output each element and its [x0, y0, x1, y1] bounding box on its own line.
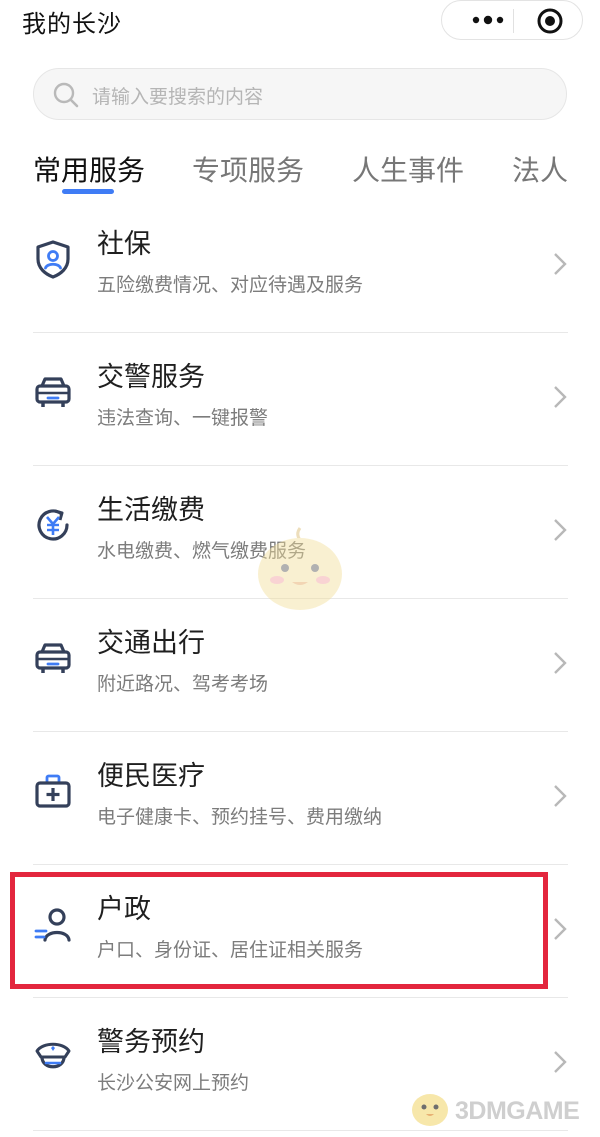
search-placeholder: 请输入要搜索的内容 [92, 86, 264, 108]
close-target-icon[interactable] [537, 8, 563, 34]
3dmgame-logo-icon [412, 1094, 448, 1126]
divider [33, 1130, 568, 1131]
service-subtitle: 附近路况、驾考考场 [97, 673, 269, 695]
active-tab-indicator [62, 189, 114, 194]
chevron-right-icon [554, 1051, 567, 1073]
search-icon [53, 82, 79, 108]
chevron-right-icon [554, 918, 567, 940]
service-title: 社保 [97, 229, 151, 260]
top-bar: 我的长沙 [0, 0, 600, 50]
service-item-transportation[interactable]: 交通出行 附近路况、驾考考场 [0, 599, 600, 732]
mini-program-capsule [441, 0, 583, 40]
police-cap-icon [35, 1042, 71, 1069]
mascot-watermark-icon [258, 527, 342, 610]
service-title: 便民医疗 [97, 761, 205, 792]
shield-person-icon [36, 240, 70, 279]
watermark-text: 3DMGAME [455, 1097, 580, 1125]
chevron-right-icon [554, 253, 567, 275]
search-input[interactable]: 请输入要搜索的内容 [33, 68, 567, 120]
more-icon[interactable] [468, 10, 508, 30]
service-subtitle: 违法查询、一键报警 [97, 407, 269, 429]
tab-life-events[interactable]: 人生事件 [352, 149, 464, 189]
service-subtitle: 五险缴费情况、对应待遇及服务 [97, 274, 364, 296]
tab-legal-person[interactable]: 法人 [512, 149, 568, 189]
tab-common-services[interactable]: 常用服务 [33, 149, 145, 189]
tab-special-services[interactable]: 专项服务 [192, 149, 304, 189]
chevron-right-icon [554, 652, 567, 674]
service-title: 交通出行 [97, 628, 205, 659]
chevron-right-icon [554, 519, 567, 541]
service-item-medical[interactable]: 便民医疗 电子健康卡、预约挂号、费用缴纳 [0, 732, 600, 865]
chevron-right-icon [554, 785, 567, 807]
yuan-refresh-icon [37, 509, 69, 541]
car-icon [35, 377, 71, 407]
capsule-divider [513, 9, 514, 33]
car-icon [35, 643, 71, 673]
chevron-right-icon [554, 386, 567, 408]
service-title: 生活缴费 [97, 495, 205, 526]
service-title: 交警服务 [97, 362, 205, 393]
service-subtitle: 电子健康卡、预约挂号、费用缴纳 [97, 806, 383, 828]
service-item-traffic-police[interactable]: 交警服务 违法查询、一键报警 [0, 333, 600, 466]
service-item-social-security[interactable]: 社保 五险缴费情况、对应待遇及服务 [0, 200, 600, 333]
app-title: 我的长沙 [22, 10, 122, 38]
highlight-box [10, 872, 548, 989]
service-title: 警务预约 [97, 1027, 205, 1058]
tab-bar: 常用服务 专项服务 人生事件 法人 [0, 145, 600, 195]
medical-kit-icon [35, 774, 71, 808]
service-subtitle: 长沙公安网上预约 [97, 1072, 250, 1094]
